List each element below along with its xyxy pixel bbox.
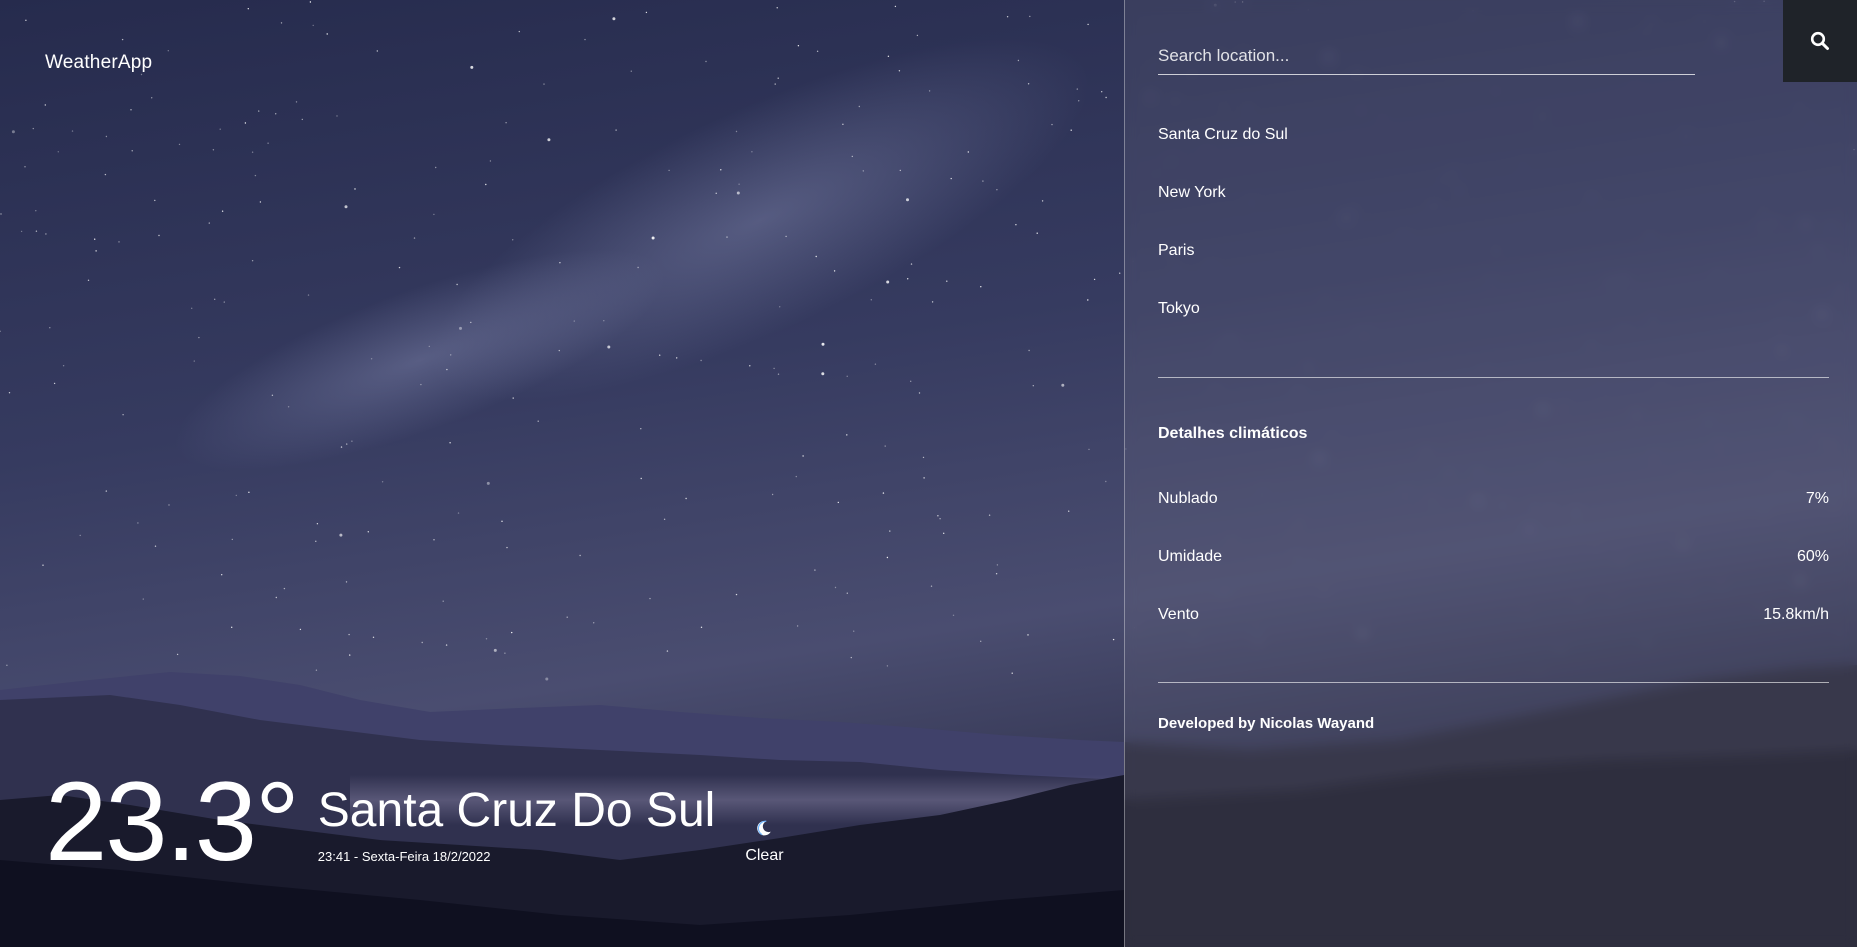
weather-details: Nublado 7% Umidade 60% Vento 15.8km/h (1158, 490, 1829, 664)
location-item-tokyo[interactable]: Tokyo (1158, 300, 1288, 358)
current-temperature: 23.3° (45, 759, 300, 884)
hero-section: WeatherApp 23.3° Santa Cruz Do Sul 23:41… (0, 0, 1124, 947)
developer-credit: Developed by Nicolas Wayand (1158, 715, 1375, 732)
detail-value: 15.8km/h (1763, 606, 1829, 623)
current-datetime: 23:41 - Sexta-Feira 18/2/2022 (317, 849, 491, 864)
location-item-paris[interactable]: Paris (1158, 242, 1288, 300)
location-list: Santa Cruz do Sul New York Paris Tokyo (1158, 126, 1288, 358)
detail-row-cloudiness: Nublado 7% (1158, 490, 1829, 548)
city-block: Santa Cruz Do Sul 23:41 - Sexta-Feira 18… (317, 784, 716, 865)
current-condition: Clear (745, 847, 784, 864)
current-city: Santa Cruz Do Sul (317, 784, 716, 837)
details-title: Detalhes climáticos (1158, 425, 1308, 442)
moon-icon (757, 820, 772, 836)
location-item-santa-cruz-do-sul[interactable]: Santa Cruz do Sul (1158, 126, 1288, 184)
detail-label: Umidade (1158, 548, 1223, 565)
detail-row-wind: Vento 15.8km/h (1158, 606, 1829, 664)
detail-label: Vento (1158, 606, 1199, 623)
detail-value: 60% (1796, 548, 1829, 565)
search-icon (1810, 31, 1829, 50)
divider (1158, 377, 1829, 378)
divider (1158, 682, 1829, 683)
location-item-new-york[interactable]: New York (1158, 184, 1288, 242)
weather-summary: 23.3° Santa Cruz Do Sul 23:41 - Sexta-Fe… (45, 766, 784, 878)
detail-value: 7% (1805, 490, 1829, 507)
condition-block: Clear (745, 819, 784, 865)
side-panel: Santa Cruz do Sul New York Paris Tokyo D… (1124, 0, 1857, 947)
brand-logo[interactable]: WeatherApp (45, 52, 152, 74)
search-input[interactable] (1158, 46, 1695, 66)
detail-row-humidity: Umidade 60% (1158, 548, 1829, 606)
detail-label: Nublado (1158, 490, 1218, 507)
search-field-wrapper (1158, 46, 1695, 75)
search-button[interactable] (1783, 0, 1857, 82)
weather-app: WeatherApp 23.3° Santa Cruz Do Sul 23:41… (0, 0, 1857, 947)
